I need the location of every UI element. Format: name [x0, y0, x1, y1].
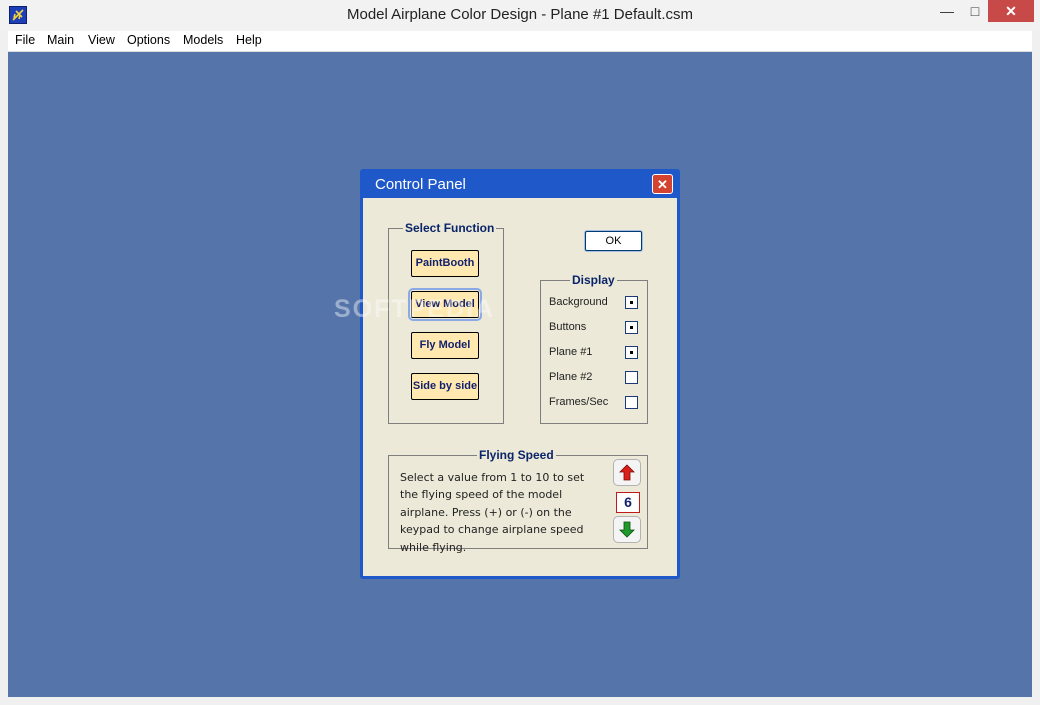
menu-options[interactable]: Options [127, 33, 170, 47]
red-up-arrow-icon [619, 464, 635, 481]
close-window-button[interactable]: ✕ [988, 0, 1034, 22]
flying-speed-description: Select a value from 1 to 10 to set the f… [400, 471, 585, 554]
flying-speed-group: Flying Speed Select a value from 1 to 10… [388, 448, 648, 554]
minimize-button[interactable]: — [932, 0, 962, 22]
speed-up-button[interactable] [613, 459, 641, 486]
display-label-buttons: Buttons [549, 321, 587, 333]
dialog-close-button[interactable]: ✕ [652, 174, 673, 194]
display-label-background: Background [549, 296, 608, 308]
speed-down-button[interactable] [613, 516, 641, 543]
dialog-title: Control Panel [375, 176, 466, 193]
display-label-plane2: Plane #2 [549, 371, 593, 383]
maximize-button[interactable]: □ [962, 0, 988, 22]
display-label-plane1: Plane #1 [549, 346, 593, 358]
dialog-body: Select Function PaintBooth View Model Fl… [363, 198, 677, 576]
buttons-checkbox[interactable] [625, 321, 638, 334]
display-title: Display [570, 273, 617, 287]
window-bottom-frame [0, 697, 1040, 705]
control-panel-dialog: Control Panel ✕ Select Function PaintBoo… [360, 169, 680, 579]
ok-button[interactable]: OK [585, 231, 642, 251]
side-by-side-button[interactable]: Side by side [411, 373, 479, 400]
menu-file[interactable]: File [15, 33, 35, 47]
display-label-frames-sec: Frames/Sec [549, 396, 609, 408]
menu-models[interactable]: Models [183, 33, 223, 47]
fly-model-button[interactable]: Fly Model [411, 332, 479, 359]
plane1-checkbox[interactable] [625, 346, 638, 359]
menu-help[interactable]: Help [236, 33, 262, 47]
window-title: Model Airplane Color Design - Plane #1 D… [346, 6, 693, 23]
title-bar: Model Airplane Color Design - Plane #1 D… [0, 0, 1040, 31]
select-function-group: Select Function PaintBooth View Model Fl… [388, 221, 504, 424]
green-down-arrow-icon [619, 521, 635, 538]
frames-sec-checkbox[interactable] [625, 396, 638, 409]
display-group: Display Background Buttons Plane #1 Plan… [540, 273, 648, 424]
flying-speed-title: Flying Speed [477, 448, 556, 462]
select-function-title: Select Function [403, 221, 497, 235]
background-checkbox[interactable] [625, 296, 638, 309]
paintbooth-button[interactable]: PaintBooth [411, 250, 479, 277]
plane2-checkbox[interactable] [625, 371, 638, 384]
menu-view[interactable]: View [88, 33, 115, 47]
watermark-text: SOFTPEDIA [334, 295, 496, 323]
speed-value-display: 6 [616, 492, 640, 513]
menu-bar: File Main View Options Models Help [8, 31, 1032, 52]
menu-main[interactable]: Main [47, 33, 74, 47]
